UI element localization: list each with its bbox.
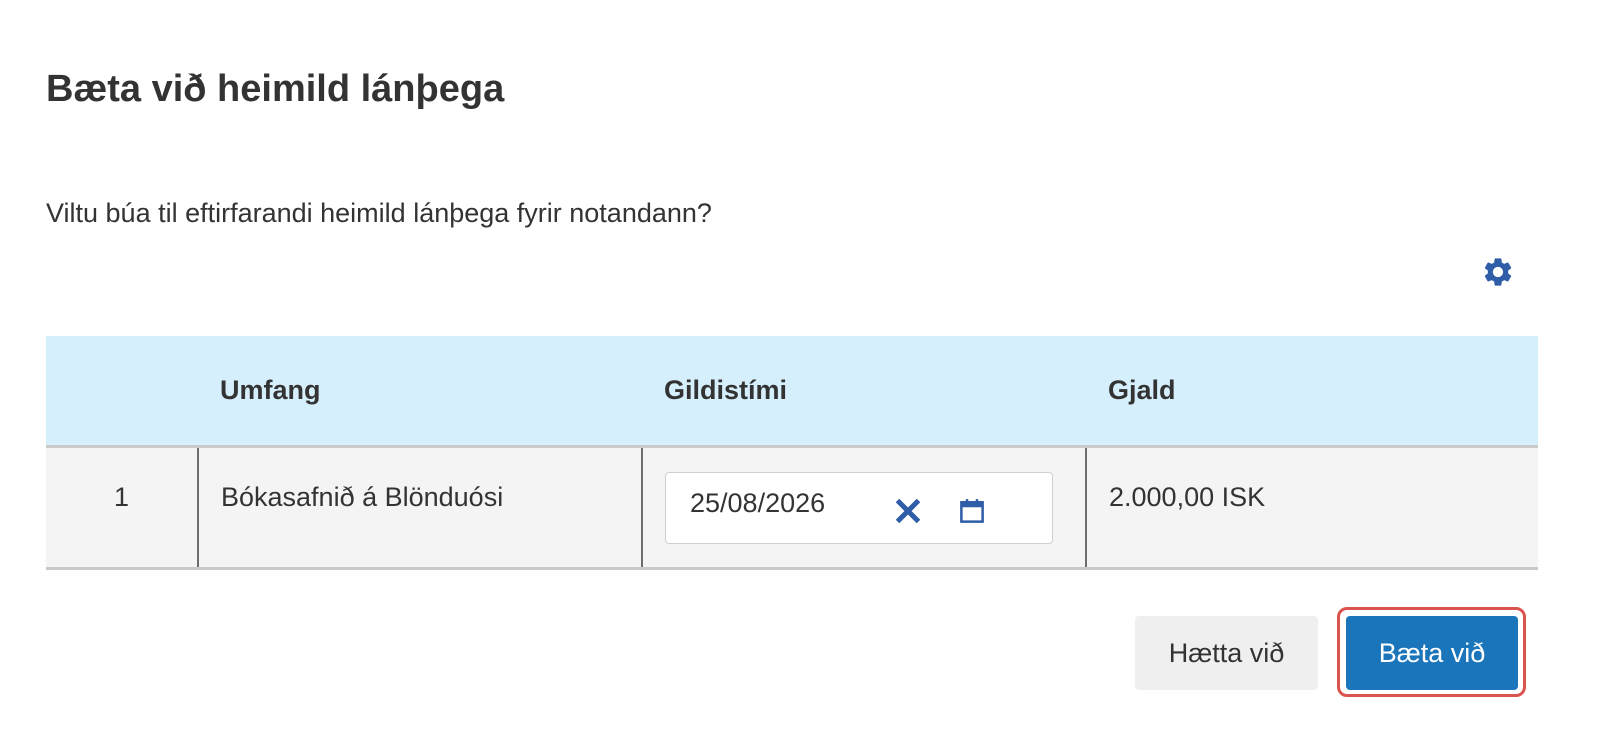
row-fee: 2.000,00 ISK [1086,446,1538,570]
dialog-actions: Hætta við Bæta við [0,607,1619,697]
open-calendar-button[interactable] [952,495,992,535]
table-header: Umfang Gildistími Gjald [46,336,1538,448]
gear-icon [1481,255,1515,294]
permissions-table: Umfang Gildistími Gjald 1 Bókasafnið á B… [46,336,1538,570]
calendar-icon [957,496,987,533]
table-row: 1 Bókasafnið á Blönduósi 25/08/2026 2.00… [46,446,1538,570]
close-icon [893,496,923,533]
row-scope: Bókasafnið á Blönduósi [198,446,643,570]
add-borrower-permission-dialog: Bæta við heimild lánþega Viltu búa til e… [0,0,1619,735]
column-header-scope[interactable]: Umfang [198,336,642,448]
clear-date-button[interactable] [888,495,928,535]
cancel-button[interactable]: Hætta við [1135,616,1318,690]
dialog-title: Bæta við heimild lánþega [46,68,505,110]
column-header-expiry[interactable]: Gildistími [642,336,1086,448]
expiry-date-input[interactable] [690,488,870,519]
dialog-prompt: Viltu búa til eftirfarandi heimild lánþe… [46,198,712,228]
column-header-fee[interactable]: Gjald [1086,336,1538,448]
row-index: 1 [46,446,199,570]
row-expiry-cell [642,446,1087,570]
add-button[interactable]: Bæta við [1346,616,1518,690]
column-header-index [46,336,198,448]
expiry-date-field [665,471,1053,544]
table-settings-button[interactable] [1480,256,1516,292]
